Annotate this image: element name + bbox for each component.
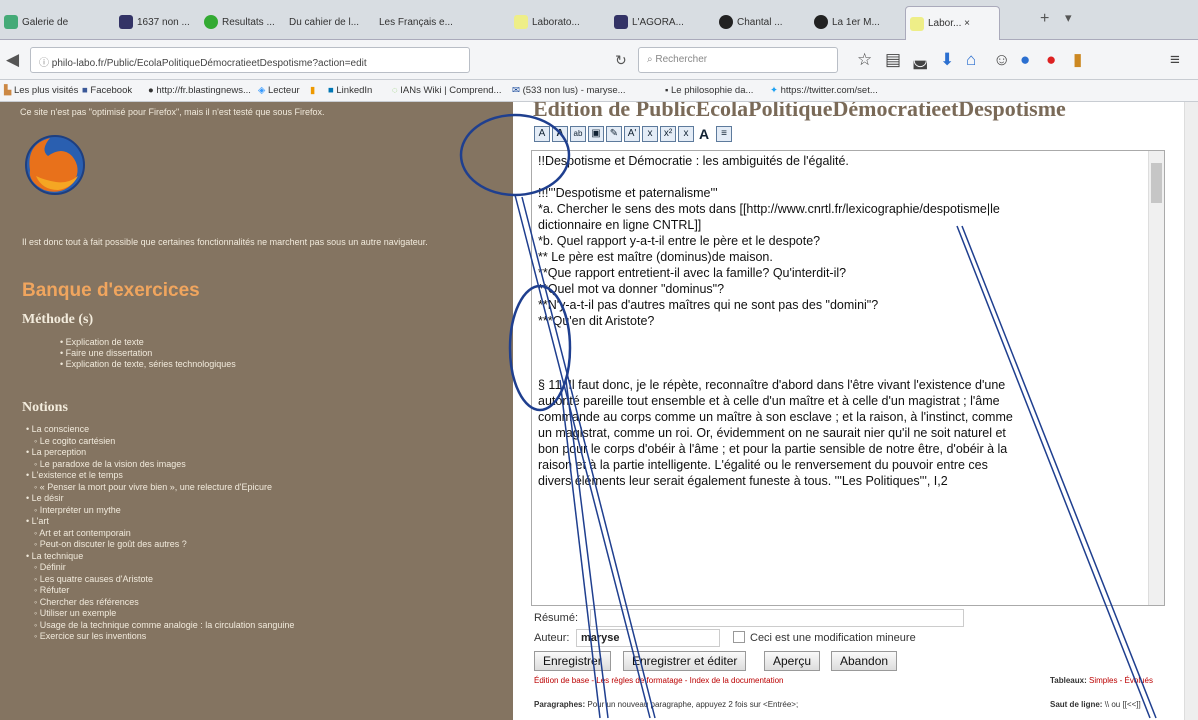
annotation-line — [565, 379, 609, 719]
annotation-line — [521, 196, 656, 719]
annotation-line — [961, 225, 1157, 719]
annotation-line — [956, 225, 1151, 719]
annotation-circle — [459, 113, 571, 197]
annotation-line — [514, 194, 651, 719]
annotation-overlay — [459, 113, 1157, 719]
annotation-line — [559, 379, 601, 719]
